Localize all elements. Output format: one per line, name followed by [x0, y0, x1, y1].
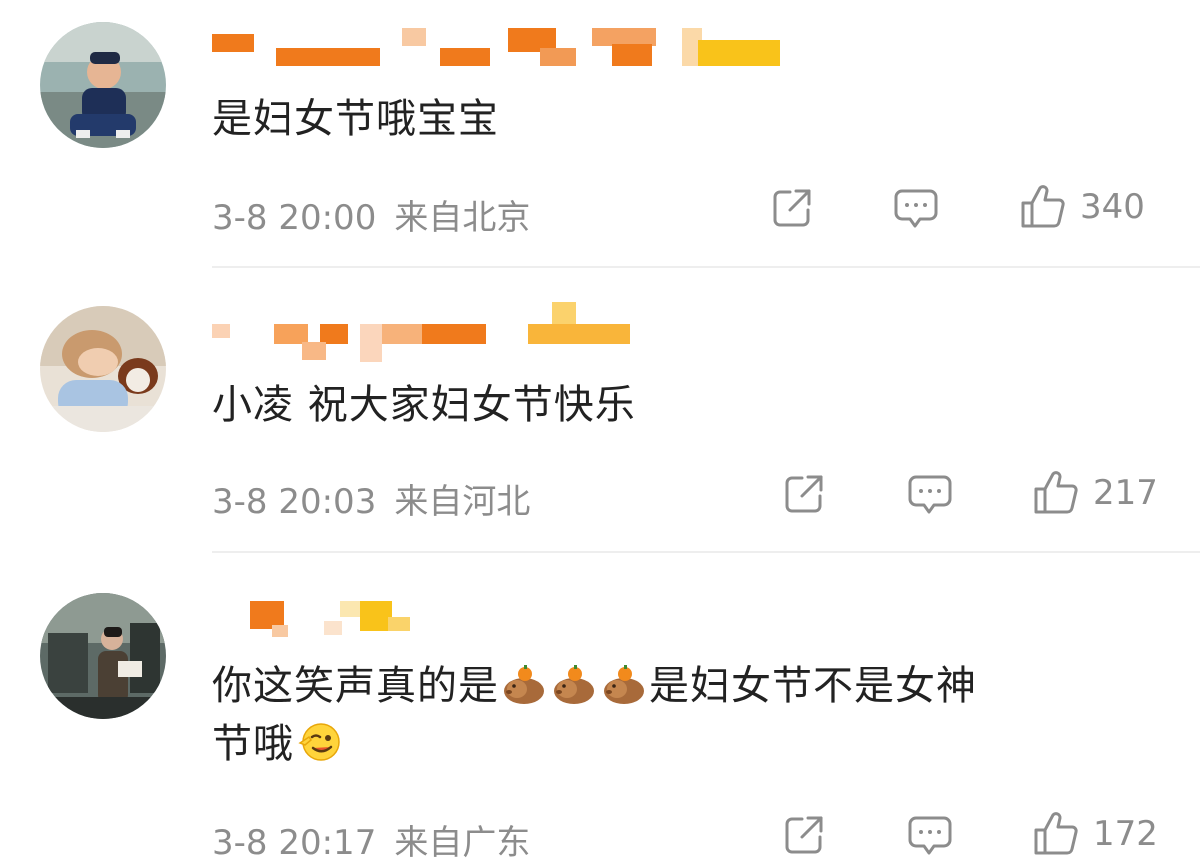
- comment-meta: 3-8 20:17 来自广东: [212, 815, 530, 864]
- wink-emoji: [298, 723, 340, 761]
- like-button[interactable]: 172: [1033, 811, 1158, 857]
- comment-time: 3-8 20:17: [212, 823, 377, 863]
- comment-button[interactable]: [907, 813, 953, 859]
- capybara-emoji: [504, 665, 544, 704]
- comment-meta: 3-8 20:03 来自河北: [212, 474, 530, 523]
- comment-item: 小凌 祝大家妇女节快乐 3-8 20:03 来自河北 217: [0, 268, 1200, 553]
- comment-time: 3-8 20:03: [212, 482, 377, 522]
- comment-text: 你这笑声真的是 是妇女节不是女神 节哦: [212, 657, 1172, 773]
- like-count: 172: [1093, 814, 1158, 854]
- username-redacted[interactable]: [212, 302, 812, 362]
- capybara-emoji: [604, 665, 644, 704]
- comment-text-part-2: 是妇女节不是女神: [649, 663, 977, 709]
- comment-text: 是妇女节哦宝宝: [212, 96, 499, 142]
- like-button[interactable]: 340: [1020, 184, 1145, 230]
- share-button[interactable]: [770, 186, 814, 230]
- share-icon: [785, 816, 823, 854]
- share-icon: [785, 475, 823, 513]
- avatar[interactable]: [40, 306, 166, 432]
- comment-text-line-2: 节哦: [212, 715, 1172, 773]
- comment-item: 是妇女节哦宝宝 3-8 20:00 来自北京 340: [0, 0, 1200, 268]
- avatar[interactable]: [40, 593, 166, 719]
- comment-icon: [908, 816, 952, 855]
- comment-location: 来自河北: [394, 482, 531, 522]
- comment-location: 来自广东: [394, 823, 531, 863]
- like-count: 217: [1093, 473, 1158, 513]
- thumbs-up-icon: [1034, 812, 1078, 855]
- capybara-emoji: [554, 665, 594, 704]
- avatar[interactable]: [40, 22, 166, 148]
- share-button[interactable]: [782, 472, 826, 516]
- comment-icon: [908, 475, 952, 514]
- comment-location: 来自北京: [394, 198, 531, 238]
- comment-icon: [894, 189, 938, 228]
- comment-item: 你这笑声真的是 是妇女节不是女神 节哦 3-8 20:17 来自广东 172: [0, 553, 1200, 863]
- comment-button[interactable]: [907, 472, 953, 518]
- comment-text: 小凌 祝大家妇女节快乐: [212, 382, 636, 428]
- comment-text-part-1: 你这笑声真的是: [212, 663, 499, 709]
- thumbs-up-icon: [1034, 471, 1078, 514]
- comment-time: 3-8 20:00: [212, 198, 377, 238]
- comment-text-part-3: 节哦: [212, 721, 294, 767]
- thumbs-up-icon: [1021, 185, 1065, 228]
- username-redacted[interactable]: [212, 593, 812, 637]
- like-button[interactable]: 217: [1033, 470, 1158, 516]
- username-redacted[interactable]: [212, 20, 812, 66]
- comment-meta: 3-8 20:00 来自北京: [212, 190, 530, 239]
- like-count: 340: [1080, 187, 1145, 227]
- share-icon: [773, 189, 811, 227]
- comment-button[interactable]: [893, 186, 939, 232]
- comment-text-line-1: 你这笑声真的是 是妇女节不是女神: [212, 657, 1172, 715]
- share-button[interactable]: [782, 813, 826, 857]
